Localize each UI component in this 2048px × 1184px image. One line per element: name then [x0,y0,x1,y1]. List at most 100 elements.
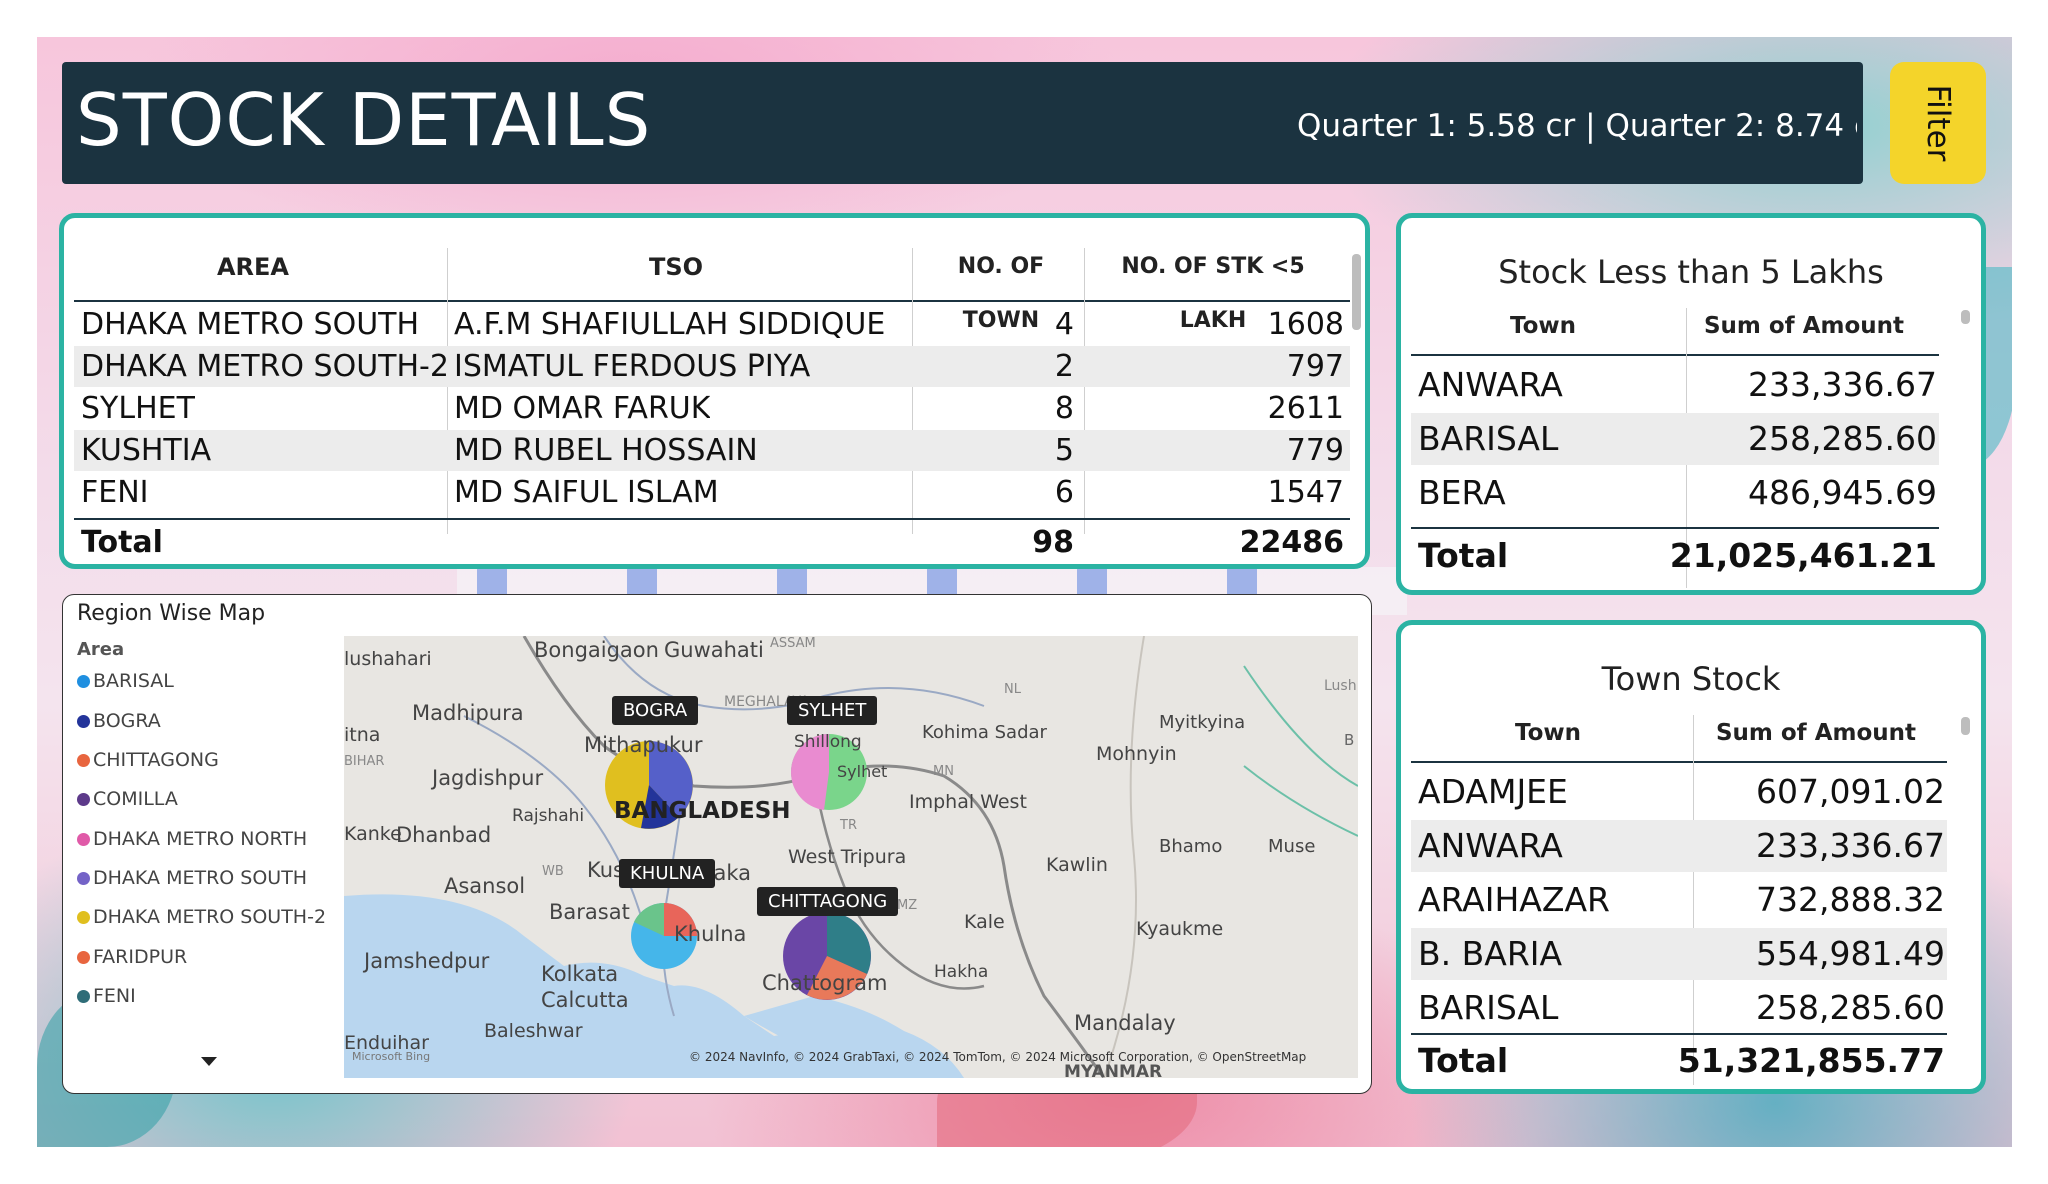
map-place-label: Khulna [674,922,747,946]
decorative-window [927,569,957,595]
legend-label: DHAKA METRO NORTH [93,828,308,850]
table-row[interactable]: BARISAL 258,285.60 [1411,413,1939,465]
legend-item-dhaka-metro-south-2[interactable]: DHAKA METRO SOUTH-2 [77,904,326,930]
filter-button-label: Filter [1920,84,1956,162]
legend-scroll-down-icon[interactable] [201,1057,217,1066]
bing-logo: Microsoft Bing [352,1050,431,1063]
total-row: Total 21,025,461.21 [1411,530,1939,582]
map-place-label: Kolkata [541,962,619,986]
table-row[interactable]: ADAMJEE 607,091.02 [1411,766,1947,818]
column-header-town[interactable]: Town [1411,720,1685,746]
cell-tso: MD SAIFUL ISLAM [454,475,719,510]
legend-label: BARISAL [93,670,174,692]
card-title: Town Stock [1601,660,1781,698]
table-row[interactable]: BERA 486,945.69 [1411,467,1939,519]
legend-item-dhaka-metro-north[interactable]: DHAKA METRO NORTH [77,826,307,852]
map-place-label: Chattogram [762,971,888,995]
table-row[interactable]: FENI MD SAIFUL ISLAM 6 1547 [74,472,1350,513]
decorative-window [627,569,657,595]
cell-amount: 607,091.02 [1756,772,1945,811]
map-place-label: Kawlin [1046,854,1108,876]
table-row[interactable]: KUSHTIA MD RUBEL HOSSAIN 5 779 [74,430,1350,471]
map-place-label: Kanke [344,823,402,845]
total-amount: 51,321,855.77 [1677,1041,1945,1080]
cell-tso: A.F.M SHAFIULLAH SIDDIQUE [454,307,886,342]
map-country-label: BANGLADESH [614,798,791,824]
map-region-label: MN [933,764,954,779]
header-rule [1411,761,1947,763]
column-header-stock-count[interactable]: NO. OF STK <5 LAKH [1088,240,1338,333]
cell-stock-count: 1608 [1267,307,1344,342]
map-place-label: lushahari [344,648,432,670]
map-place-label: itna [344,724,381,746]
map-attribution[interactable]: © 2024 NavInfo, © 2024 GrabTaxi, © 2024 … [689,1050,1306,1064]
total-row: Total 98 22486 [74,522,1350,563]
callout-sylhet: SYLHET [787,696,878,725]
column-header-town[interactable]: Town [1411,313,1675,339]
column-header-town-count[interactable]: NO. OF TOWN [916,240,1086,333]
table-row[interactable]: DHAKA METRO SOUTH-2 ISMATUL FERDOUS PIYA… [74,346,1350,387]
map-region-label: BIHAR [344,754,385,769]
column-header-amount[interactable]: Sum of Amount [1679,313,1929,339]
legend-dot [77,754,90,767]
legend-item-faridpur[interactable]: FARIDPUR [77,944,187,970]
cell-amount: 732,888.32 [1756,880,1945,919]
table-scrollbar[interactable] [1352,254,1361,330]
filter-button[interactable]: Filter [1890,62,1986,184]
table-row[interactable]: ANWARA 233,336.67 [1411,359,1939,411]
map-place-label: Madhipura [412,701,524,725]
cell-tso: MD RUBEL HOSSAIN [454,433,758,468]
table-row[interactable]: ARAIHAZAR 732,888.32 [1411,874,1947,926]
legend-item-comilla[interactable]: COMILLA [77,786,178,812]
table-scrollbar[interactable] [1961,717,1970,735]
map-place-label: Calcutta [541,988,629,1012]
legend-item-barisal[interactable]: BARISAL [77,668,174,694]
region-map-card: Region Wise Map Area BARISAL BOGRA CHITT… [62,594,1372,1094]
map-place-label: Lush [1324,678,1357,694]
legend-item-chittagong[interactable]: CHITTAGONG [77,747,219,773]
map-region-label: MZ [897,898,918,913]
map-place-label: Baleshwar [484,1020,583,1042]
cell-tso: MD OMAR FARUK [454,391,711,426]
column-header-area[interactable]: AREA [74,240,432,294]
legend-label: DHAKA METRO SOUTH-2 [93,906,327,928]
map-country-label: MYANMAR [1064,1062,1163,1078]
table-row[interactable]: B. BARIA 554,981.49 [1411,928,1947,980]
legend-item-feni[interactable]: FENI [77,983,136,1009]
cell-town-count: 8 [1054,391,1074,426]
legend-dot [77,990,90,1003]
map-place-label: Barasat [549,900,630,924]
decorative-window [1077,569,1107,595]
cell-area: DHAKA METRO SOUTH-2 [81,349,449,384]
cell-town: ANWARA [1418,826,1563,865]
decorative-window [777,569,807,595]
page-title: STOCK DETAILS [76,78,652,162]
header-bar: STOCK DETAILS Quarter 1: 5.58 cr | Quart… [62,62,1863,184]
map-region-label: TR [840,818,857,833]
total-town-count: 98 [1032,525,1074,560]
callout-bogra: BOGRA [612,696,699,725]
table-row[interactable]: SYLHET MD OMAR FARUK 8 2611 [74,388,1350,429]
total-rule [1411,527,1939,529]
header-rule [74,300,1350,302]
table-row[interactable]: ANWARA 233,336.67 [1411,820,1947,872]
legend-dot [77,715,90,728]
card-title: Stock Less than 5 Lakhs [1498,253,1884,291]
table-row[interactable]: DHAKA METRO SOUTH A.F.M SHAFIULLAH SIDDI… [74,304,1350,345]
column-header-tso[interactable]: TSO [447,240,905,294]
legend-item-bogra[interactable]: BOGRA [77,708,161,734]
map-area[interactable]: Bongaigaon Guwahati ASSAM Madhipura MEGH… [344,636,1358,1078]
map-title: Region Wise Map [77,601,266,626]
map-place-label: Guwahati [664,638,764,662]
table-row[interactable]: BARISAL 258,285.60 [1411,982,1947,1034]
callout-khulna: KHULNA [619,859,716,888]
map-place-label: West Tripura [788,846,907,868]
legend-dot [77,793,90,806]
table-scrollbar[interactable] [1961,310,1970,324]
map-place-label: Kyaukme [1136,918,1224,940]
header-rule [1411,354,1939,356]
map-place-label: Sylhet [837,762,888,781]
cell-town: BARISAL [1418,988,1559,1027]
legend-item-dhaka-metro-south[interactable]: DHAKA METRO SOUTH [77,865,307,891]
column-header-amount[interactable]: Sum of Amount [1691,720,1941,746]
